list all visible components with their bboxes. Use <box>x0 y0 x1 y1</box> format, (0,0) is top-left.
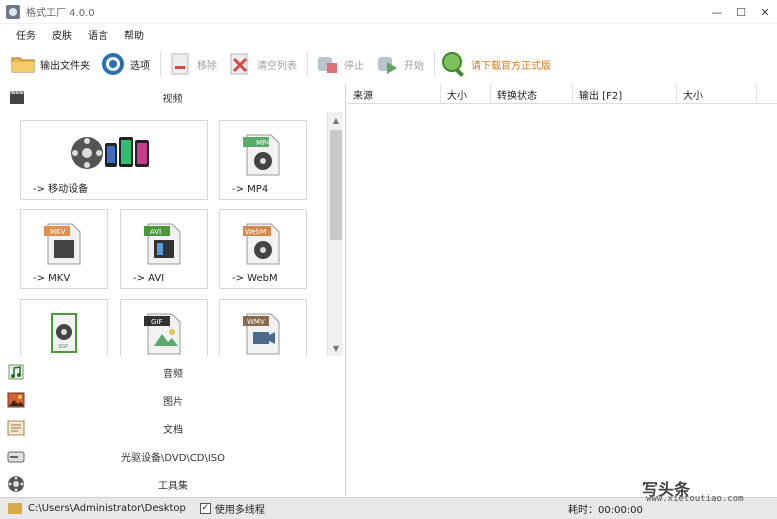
category-picture[interactable]: 图片 <box>0 386 346 414</box>
mkv-file-icon: MKV <box>42 220 86 269</box>
svg-text:WebM: WebM <box>245 228 266 236</box>
watermark-url: www.xietoutiao.com <box>646 494 744 504</box>
category-list: 音频 图片 文档 光驱设备\DVD\CD\ISO 工具集 <box>0 358 346 498</box>
window-title: 格式工厂 4.0.0 <box>26 8 95 19</box>
download-official-button[interactable]: 请下载官方正式版 <box>441 48 551 80</box>
svg-text:AVI: AVI <box>150 228 161 236</box>
category-audio[interactable]: 音频 <box>0 358 346 386</box>
mp4-file-icon: MP4 <box>241 131 285 180</box>
category-toolbox[interactable]: 工具集 <box>0 470 346 498</box>
menu-task[interactable]: 任务 <box>8 27 44 42</box>
scroll-up-icon[interactable]: ▲ <box>328 112 344 128</box>
toolbar-separator <box>434 51 435 77</box>
column-size[interactable]: 大小 <box>441 84 491 104</box>
clear-list-button[interactable]: 清空列表 <box>227 48 297 80</box>
remove-icon <box>167 51 193 77</box>
maximize-button[interactable]: ☐ <box>729 0 753 24</box>
window-controls: — ☐ ✕ <box>705 0 777 24</box>
multithread-checkbox[interactable]: ✓ <box>199 503 211 514</box>
output-path[interactable]: C:\Users\Administrator\Desktop <box>28 503 186 514</box>
video-format-grid: -> 移动设备 MP4 -> MP4 MKV -> MKV AVI -> AVI… <box>0 112 326 356</box>
video-tile-avi[interactable]: AVI -> AVI <box>120 209 208 289</box>
task-table: 来源 大小 转换状态 输出 [F2] 大小 <box>347 84 777 496</box>
svg-text:MP4: MP4 <box>256 139 271 147</box>
category-document[interactable]: 文档 <box>0 414 346 442</box>
title-bar: 格式工厂 4.0.0 — ☐ ✕ <box>0 0 777 24</box>
video-tile-mkv[interactable]: MKV -> MKV <box>20 209 108 289</box>
column-output[interactable]: 输出 [F2] <box>573 84 677 104</box>
optical-drive-icon <box>7 447 25 465</box>
video-tile-3gp[interactable]: 3GP <box>20 299 108 356</box>
remove-button[interactable]: 移除 <box>167 48 217 80</box>
scrollbar-thumb[interactable] <box>330 130 342 240</box>
category-video[interactable]: 视频 <box>0 84 345 110</box>
category-panel: 视频 -> 移动设备 MP4 -> MP4 MKV -> MKV AVI -> … <box>0 84 346 496</box>
watermark: 写头条 www.xietoutiao.com <box>628 476 777 506</box>
column-source[interactable]: 来源 <box>347 84 441 104</box>
wmv-file-icon: WMV <box>241 310 285 356</box>
video-tile-gif[interactable]: GIF <box>120 299 208 356</box>
toolbar-separator <box>160 51 161 77</box>
menu-help[interactable]: 帮助 <box>116 27 152 42</box>
video-tile-webm[interactable]: WebM -> WebM <box>219 209 307 289</box>
close-button[interactable]: ✕ <box>753 0 777 24</box>
3gp-file-icon: 3GP <box>42 310 86 356</box>
video-tile-mp4[interactable]: MP4 -> MP4 <box>219 120 307 200</box>
start-button[interactable]: 开始 <box>374 48 424 80</box>
audio-icon <box>7 363 25 381</box>
toolbox-icon <box>7 475 25 493</box>
column-status[interactable]: 转换状态 <box>491 84 573 104</box>
start-icon <box>374 51 400 77</box>
webm-file-icon: WebM <box>241 220 285 269</box>
video-clapper-icon <box>8 88 26 106</box>
scroll-down-icon[interactable]: ▼ <box>328 340 344 356</box>
options-button[interactable]: 选项 <box>100 48 150 80</box>
mobile-devices-icon <box>69 131 159 178</box>
svg-text:GIF: GIF <box>151 318 163 326</box>
column-output-size[interactable]: 大小 <box>677 84 757 104</box>
video-grid-scrollbar[interactable]: ▲ ▼ <box>327 112 343 356</box>
stop-icon <box>314 51 340 77</box>
menu-skin[interactable]: 皮肤 <box>44 27 80 42</box>
output-folder-button[interactable]: 输出文件夹 <box>10 48 90 80</box>
options-gear-icon <box>100 51 126 77</box>
table-header: 来源 大小 转换状态 输出 [F2] 大小 <box>347 84 777 104</box>
clear-list-icon <box>227 51 253 77</box>
multithread-label[interactable]: 使用多线程 <box>215 501 265 516</box>
category-optical-drive[interactable]: 光驱设备\DVD\CD\ISO <box>0 442 346 470</box>
stop-button[interactable]: 停止 <box>314 48 364 80</box>
toolbar: 输出文件夹 选项 移除 清空列表 停止 开始 请下载官方正式版 <box>0 46 777 82</box>
minimize-button[interactable]: — <box>705 0 729 24</box>
avi-file-icon: AVI <box>142 220 186 269</box>
toolbar-separator <box>307 51 308 77</box>
menu-bar: 任务 皮肤 语言 帮助 <box>0 24 152 44</box>
video-tile-mobile-devices[interactable]: -> 移动设备 <box>20 120 208 200</box>
folder-icon <box>10 51 36 77</box>
folder-icon[interactable] <box>8 503 22 514</box>
svg-text:WMV: WMV <box>247 318 265 326</box>
svg-text:3GP: 3GP <box>58 344 68 350</box>
document-icon <box>7 419 25 437</box>
menu-language[interactable]: 语言 <box>80 27 116 42</box>
svg-text:MKV: MKV <box>50 228 66 236</box>
gif-file-icon: GIF <box>142 310 186 356</box>
download-magnifier-icon <box>441 51 467 77</box>
app-logo-icon <box>6 4 20 19</box>
video-tile-wmv[interactable]: WMV <box>219 299 307 356</box>
picture-icon <box>7 391 25 409</box>
